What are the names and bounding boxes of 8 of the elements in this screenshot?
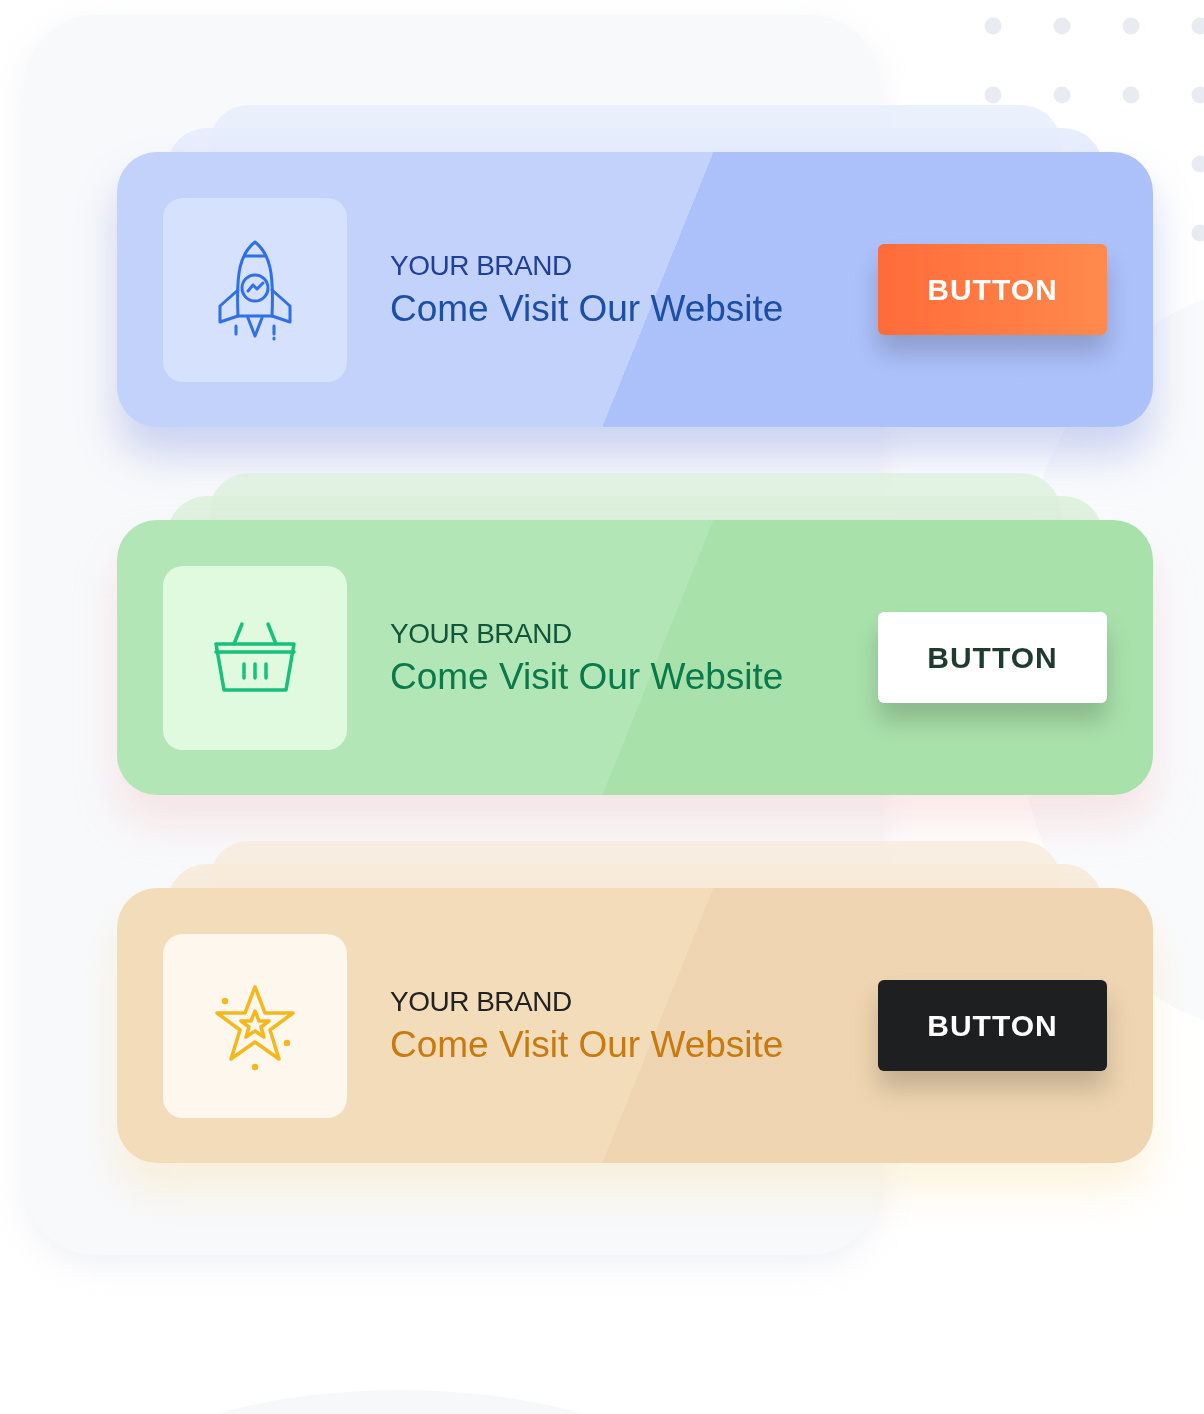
brand-label: YOUR BRAND [390, 249, 572, 282]
headline: Come Visit Our Website [390, 655, 784, 698]
brand-label: YOUR BRAND [390, 617, 572, 650]
brand-label: YOUR BRAND [390, 985, 572, 1018]
headline: Come Visit Our Website [390, 1023, 784, 1066]
cta-button[interactable]: BUTTON [878, 980, 1107, 1071]
headline: Come Visit Our Website [390, 287, 784, 330]
cta-button[interactable]: BUTTON [878, 612, 1107, 703]
